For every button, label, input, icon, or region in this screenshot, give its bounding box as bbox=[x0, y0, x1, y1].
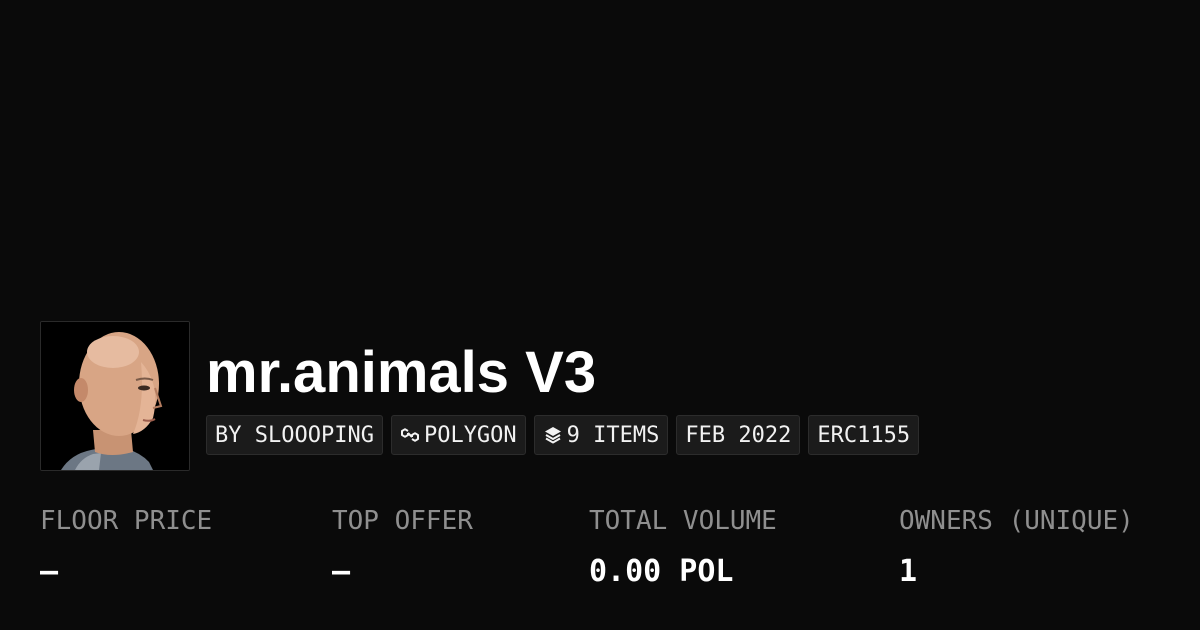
stat-floor-price: FLOOR PRICE – bbox=[40, 504, 212, 590]
collection-title: mr.animals V3 bbox=[206, 340, 597, 405]
stat-owners-unique: OWNERS (UNIQUE) 1 bbox=[899, 504, 1134, 590]
stat-value: – bbox=[332, 554, 351, 589]
token-standard-label: ERC1155 bbox=[817, 422, 911, 448]
stat-label: TOTAL VOLUME bbox=[589, 506, 777, 536]
polygon-chain-icon bbox=[400, 425, 420, 445]
chain-chip[interactable]: POLYGON bbox=[390, 415, 526, 455]
created-date-label: FEB 2022 bbox=[685, 422, 792, 448]
stat-top-offer: TOP OFFER – bbox=[332, 504, 473, 590]
creator-chip-label: BY SLOOOPING bbox=[215, 422, 374, 448]
chain-chip-label: POLYGON bbox=[423, 422, 517, 448]
stat-value: – bbox=[40, 554, 59, 589]
stat-total-volume: TOTAL VOLUME 0.00 POL bbox=[589, 504, 777, 590]
items-count-label: 9 ITEMS bbox=[566, 422, 660, 448]
token-standard-chip: ERC1155 bbox=[808, 415, 920, 455]
stat-label: TOP OFFER bbox=[332, 506, 473, 536]
avatar-portrait-image bbox=[41, 322, 189, 470]
items-count-chip: 9 ITEMS bbox=[533, 415, 669, 455]
stat-label: FLOOR PRICE bbox=[40, 506, 213, 536]
stat-label: OWNERS (UNIQUE) bbox=[899, 506, 1134, 536]
collection-meta-chips: BY SLOOOPING POLYGON 9 ITEMS FEB 2022 ER… bbox=[206, 415, 920, 455]
creator-chip[interactable]: BY SLOOOPING bbox=[206, 415, 383, 455]
layers-icon bbox=[543, 425, 563, 445]
stat-value: 1 bbox=[899, 554, 918, 589]
stat-value: 0.00 POL bbox=[589, 554, 734, 589]
collection-avatar[interactable] bbox=[40, 321, 190, 471]
created-date-chip: FEB 2022 bbox=[676, 415, 801, 455]
